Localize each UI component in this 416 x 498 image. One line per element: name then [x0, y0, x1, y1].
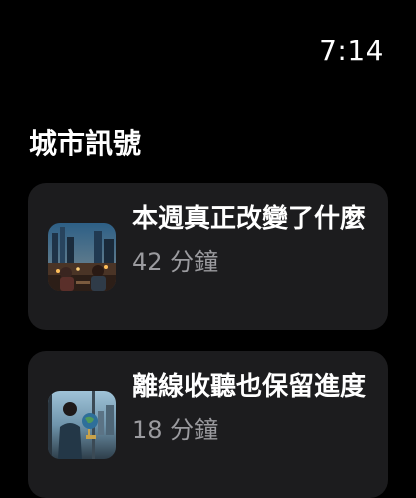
- episode-title: 離線收聽也保留進度: [132, 372, 367, 402]
- clock: 7:14: [319, 34, 384, 67]
- episode-title: 本週真正改變了什麼: [132, 204, 367, 234]
- episode-text: 離線收聽也保留進度 18 分鐘: [132, 369, 372, 445]
- episode-text: 本週真正改變了什麼 42 分鐘: [132, 201, 372, 277]
- episode-duration: 42 分鐘: [132, 248, 219, 276]
- section-title: 城市訊號: [29, 127, 142, 160]
- episode-duration: 18 分鐘: [132, 416, 219, 444]
- globe-window-thumbnail: [48, 391, 116, 459]
- status-bar: 7:14: [0, 0, 416, 80]
- episode-card[interactable]: 離線收聽也保留進度 18 分鐘: [28, 351, 388, 498]
- episode-card[interactable]: 本週真正改變了什麼 42 分鐘: [28, 183, 388, 330]
- city-night-cafe-thumbnail: [48, 223, 116, 291]
